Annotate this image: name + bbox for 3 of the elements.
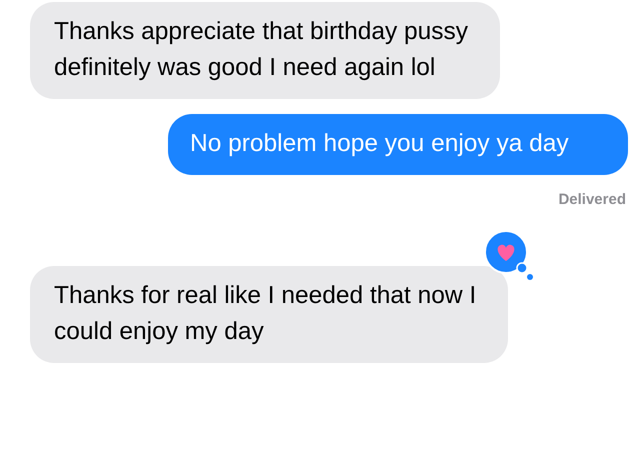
received-message-bubble: Thanks appreciate that birthday pussy definitely was good I need again lol xyxy=(30,2,500,99)
sent-message-bubble: No problem hope you enjoy ya day xyxy=(168,114,628,175)
delivered-status: Delivered xyxy=(558,191,626,208)
